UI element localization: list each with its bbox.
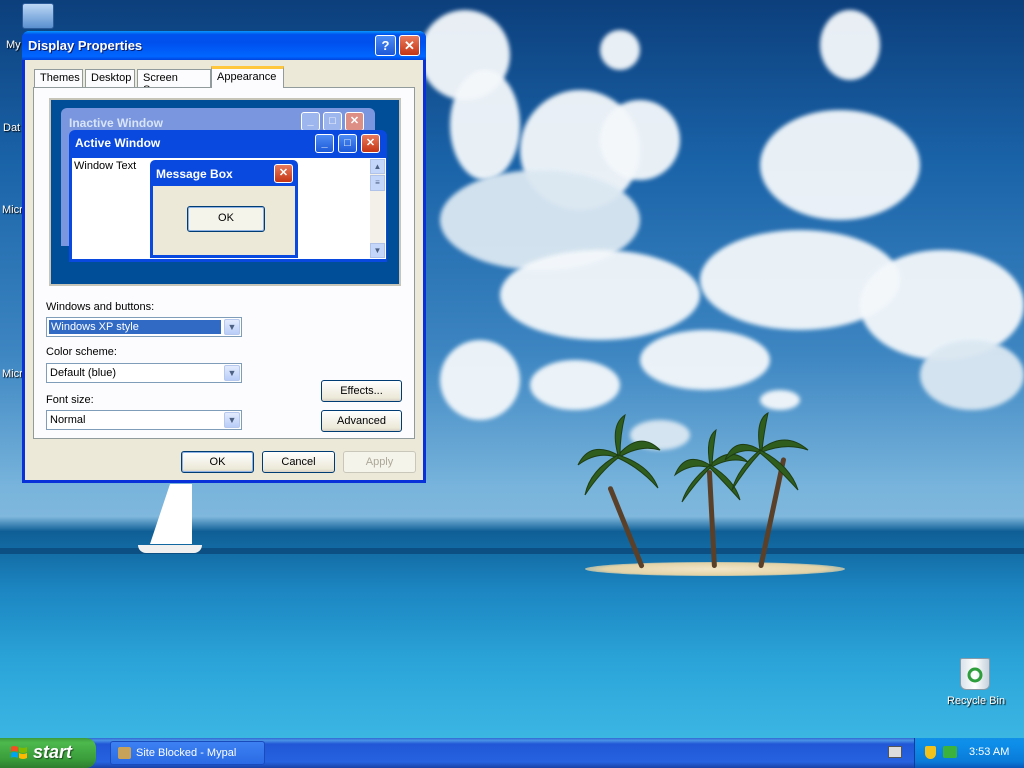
system-tray: 3:53 AM	[914, 738, 1024, 768]
windows-buttons-label: Windows and buttons:	[46, 301, 155, 313]
chevron-down-icon[interactable]: ▼	[224, 365, 240, 381]
recycle-bin-icon[interactable]	[960, 658, 990, 690]
display-properties-dialog: Display Properties ? ✕ Themes Desktop Sc…	[22, 31, 426, 483]
dialog-title-bar[interactable]: Display Properties ? ✕	[22, 31, 426, 60]
preview-scrollbar: ▲ ≡ ▼	[370, 159, 385, 258]
tab-themes[interactable]: Themes	[34, 69, 83, 87]
color-scheme-value: Default (blue)	[50, 367, 117, 379]
font-size-label: Font size:	[46, 394, 94, 406]
windows-flag-icon	[11, 746, 27, 759]
chevron-down-icon[interactable]: ▼	[224, 412, 240, 428]
clock[interactable]: 3:53 AM	[969, 746, 1009, 758]
security-shield-icon[interactable]	[925, 746, 936, 759]
advanced-button[interactable]: Advanced	[321, 410, 402, 432]
scroll-up-icon: ▲	[370, 159, 385, 174]
chevron-down-icon[interactable]: ▼	[224, 319, 240, 335]
taskbar: start Site Blocked - Mypal 3:53 AM	[0, 738, 1024, 768]
message-box-close-icon: ✕	[274, 164, 293, 183]
close-button[interactable]: ✕	[399, 35, 420, 56]
color-scheme-label: Color scheme:	[46, 346, 117, 358]
mypal-browser-icon	[118, 747, 131, 759]
apply-button[interactable]: Apply	[343, 451, 416, 473]
scroll-down-icon: ▼	[370, 243, 385, 258]
color-scheme-select[interactable]: Default (blue) ▼	[46, 363, 242, 383]
taskbar-item-mypal[interactable]: Site Blocked - Mypal	[110, 741, 265, 765]
inactive-maximize-icon: □	[323, 112, 342, 131]
font-size-value: Normal	[50, 414, 86, 426]
ok-button[interactable]: OK	[181, 451, 254, 473]
network-icon[interactable]	[943, 746, 957, 758]
windows-buttons-value: Windows XP style	[49, 320, 221, 334]
active-window-title: Active Window	[75, 136, 161, 150]
dialog-title: Display Properties	[28, 38, 143, 53]
desktop-icon-label-1[interactable]: My	[6, 39, 21, 51]
inactive-close-icon: ✕	[345, 112, 364, 131]
windows-buttons-select[interactable]: Windows XP style ▼	[46, 317, 242, 337]
active-minimize-icon: _	[315, 134, 334, 153]
appearance-preview: Inactive Window _ □ ✕ Active Window _ □ …	[49, 98, 401, 286]
font-size-select[interactable]: Normal ▼	[46, 410, 242, 430]
tab-screen-saver[interactable]: Screen Saver	[137, 69, 211, 96]
start-label: start	[33, 742, 73, 762]
preview-message-box: Message Box ✕ OK	[150, 160, 298, 258]
taskbar-item-label: Site Blocked - Mypal	[136, 747, 237, 759]
active-close-icon: ✕	[361, 134, 380, 153]
recycle-bin-label[interactable]: Recycle Bin	[947, 695, 1005, 707]
scroll-thumb: ≡	[370, 175, 385, 191]
inactive-minimize-icon: _	[301, 112, 320, 131]
keyboard-icon[interactable]	[888, 746, 902, 758]
tab-appearance[interactable]: Appearance	[211, 66, 284, 88]
window-text-sample: Window Text	[74, 160, 137, 172]
cancel-button[interactable]: Cancel	[262, 451, 335, 473]
effects-button[interactable]: Effects...	[321, 380, 402, 402]
help-button[interactable]: ?	[375, 35, 396, 56]
inactive-window-title: Inactive Window	[69, 116, 163, 130]
recycle-arrows-icon	[967, 667, 983, 683]
sailboat	[150, 484, 192, 544]
message-box-ok-button: OK	[187, 206, 265, 232]
desktop-icon-label-2[interactable]: Dat	[3, 122, 20, 134]
active-maximize-icon: □	[338, 134, 357, 153]
start-button[interactable]: start	[0, 738, 96, 768]
palm-fronds	[577, 412, 809, 503]
tab-desktop[interactable]: Desktop	[85, 69, 135, 87]
message-box-title: Message Box	[156, 167, 233, 181]
my-computer-icon[interactable]	[22, 3, 54, 29]
